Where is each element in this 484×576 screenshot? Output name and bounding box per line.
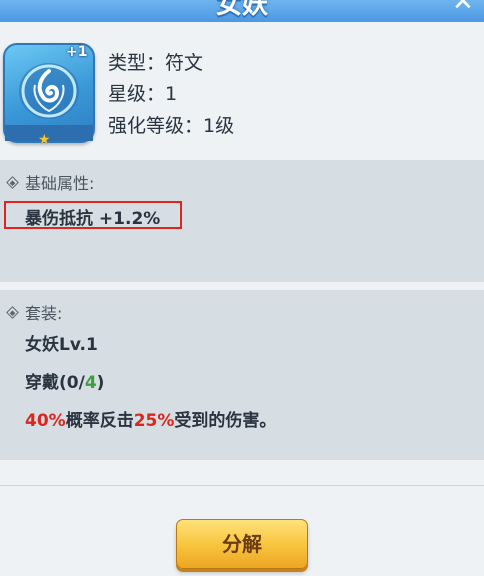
item-info-panel: +1 ★ 类型：符文 星级：1 强化等级：1级 bbox=[0, 22, 484, 160]
divider bbox=[0, 485, 484, 486]
attribute-value: 暴伤抵抗 +1.2% bbox=[25, 209, 161, 229]
effect-chance: 40% bbox=[25, 411, 66, 431]
set-effect: 40%概率反击25%受到的伤害。 bbox=[25, 406, 276, 431]
effect-percent: 25% bbox=[133, 411, 175, 431]
base-attributes-section: 基础属性: 暴伤抵抗 +1.2% bbox=[0, 160, 484, 282]
close-icon[interactable]: ✕ bbox=[452, 0, 476, 15]
set-bonus-section: 套装: 女妖Lv.1 穿戴(0/4) 40%概率反击25%受到的伤害。 bbox=[0, 290, 484, 460]
item-enhance-level: 强化等级：1级 bbox=[108, 115, 235, 137]
plus-level-badge: +1 bbox=[66, 44, 88, 60]
effect-end: 受到的伤害。 bbox=[174, 411, 277, 431]
footer-bar: 分解 bbox=[0, 485, 484, 576]
star-icon: ★ bbox=[38, 132, 51, 148]
wear-suffix: ) bbox=[96, 373, 105, 393]
set-bonus-label: 套装: bbox=[25, 304, 63, 323]
set-bonus-title: 套装: bbox=[6, 300, 63, 324]
diamond-icon bbox=[6, 306, 19, 319]
set-name: 女妖Lv.1 bbox=[25, 335, 98, 355]
base-attributes-title: 基础属性: bbox=[6, 170, 95, 194]
wear-prefix: 穿戴(0/ bbox=[25, 373, 85, 393]
header-bar: 女妖 ✕ bbox=[0, 0, 484, 22]
set-wear-count: 穿戴(0/4) bbox=[25, 368, 104, 393]
wear-total: 4 bbox=[84, 373, 97, 393]
decompose-button[interactable]: 分解 bbox=[176, 519, 308, 569]
page-title: 女妖 bbox=[215, 0, 268, 20]
effect-middle: 概率反击 bbox=[65, 411, 134, 431]
diamond-icon bbox=[6, 176, 19, 189]
item-star-level: 星级：1 bbox=[108, 83, 178, 105]
base-attributes-label: 基础属性: bbox=[25, 174, 95, 193]
item-type: 类型：符文 bbox=[108, 52, 204, 74]
